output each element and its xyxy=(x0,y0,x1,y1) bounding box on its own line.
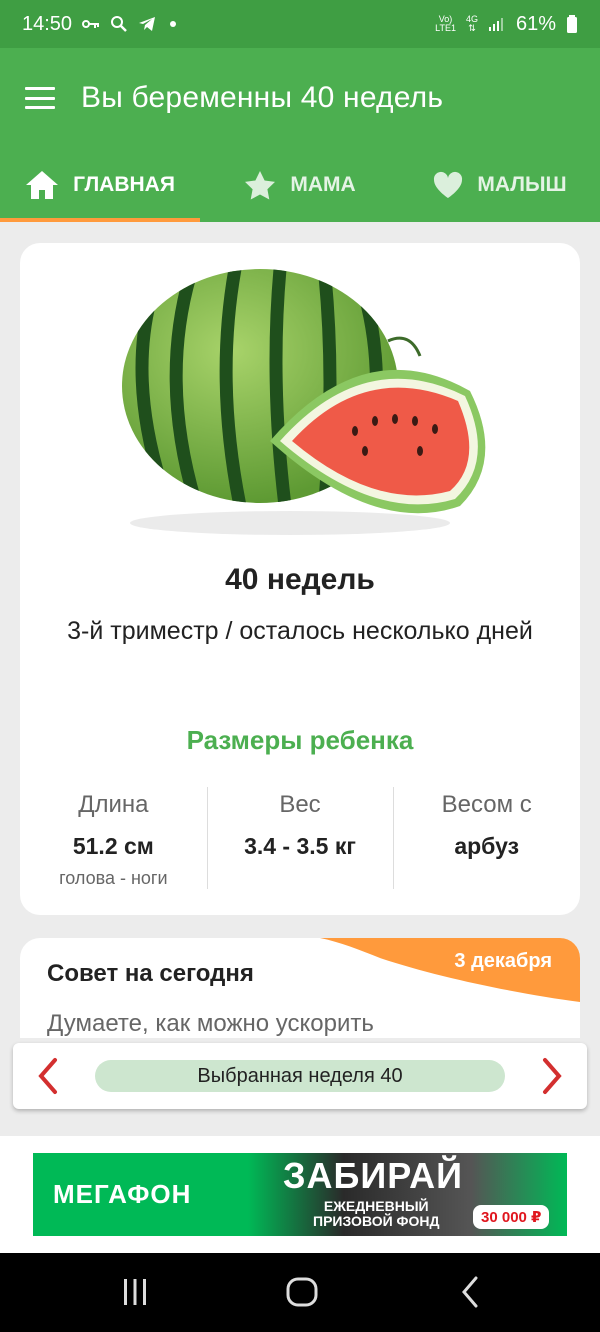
system-nav-bar xyxy=(0,1253,600,1332)
battery-icon xyxy=(567,15,577,33)
tab-mom[interactable]: МАМА xyxy=(200,148,400,222)
tab-bar: ГЛАВНАЯ МАМА МАЛЫШ xyxy=(0,148,600,222)
stat-label: Вес xyxy=(279,791,321,818)
week-card: 40 недель 3-й триместр / осталось нескол… xyxy=(20,243,580,915)
menu-icon[interactable] xyxy=(25,87,55,109)
key-icon xyxy=(82,20,100,28)
week-selector: Выбранная неделя 40 xyxy=(13,1043,587,1109)
status-bar: 14:50 Vo) LTE1 4G ⇅ 61% xyxy=(0,0,600,48)
star-icon xyxy=(245,171,276,200)
ad-brand: МЕГАФОН xyxy=(53,1179,192,1209)
stat-value: 51.2 см xyxy=(72,833,154,859)
search-status-icon xyxy=(111,16,127,32)
baby-stats: Длина 51.2 см голова - ноги Вес 3.4 - 3.… xyxy=(20,783,580,889)
trimester-text: 3-й триместр / осталось несколько дней xyxy=(67,617,533,645)
next-week-button[interactable] xyxy=(537,1057,567,1095)
tip-card[interactable]: 3 декабря Совет на сегодня Думаете, как … xyxy=(20,938,580,1038)
stat-label: Весом с xyxy=(441,791,532,818)
tab-main[interactable]: ГЛАВНАЯ xyxy=(0,148,200,222)
tab-mom-label: МАМА xyxy=(290,173,356,196)
volte-indicator: Vo) LTE1 xyxy=(435,14,456,33)
ad-amount: 30 000 ₽ xyxy=(473,1205,550,1229)
ad-subtext: ЕЖЕДНЕВНЫЙ ПРИЗОВОЙ ФОНД xyxy=(313,1198,440,1229)
app-bar: Вы беременны 40 недель xyxy=(0,48,600,148)
week-title: 40 недель xyxy=(225,563,375,596)
back-nav-icon[interactable] xyxy=(456,1273,486,1311)
page-title: Вы беременны 40 недель xyxy=(81,81,444,114)
ad-banner[interactable]: МЕГАФОН ЗАБИРАЙ ЕЖЕДНЕВНЫЙ ПРИЗОВОЙ ФОНД… xyxy=(33,1153,567,1236)
stat-note: голова - ноги xyxy=(59,868,168,888)
dot-icon xyxy=(170,21,177,27)
heart-icon xyxy=(434,171,463,198)
previous-week-button[interactable] xyxy=(33,1057,63,1095)
ad-area: МЕГАФОН ЗАБИРАЙ ЕЖЕДНЕВНЫЙ ПРИЗОВОЙ ФОНД… xyxy=(0,1136,600,1253)
stat-value: 3.4 - 3.5 кг xyxy=(244,833,356,859)
home-nav-icon[interactable] xyxy=(285,1273,319,1311)
stat-length: Длина 51.2 см голова - ноги xyxy=(20,783,207,889)
tip-date: 3 декабря xyxy=(454,950,552,972)
signal-icon xyxy=(488,18,503,31)
tab-main-label: ГЛАВНАЯ xyxy=(73,173,175,196)
status-time: 14:50 xyxy=(22,12,73,35)
home-icon xyxy=(26,171,59,199)
battery-percent: 61% xyxy=(515,12,556,35)
stat-compare: Весом с арбуз xyxy=(393,783,580,889)
tip-text: Думаете, как можно ускорить xyxy=(47,1010,374,1037)
baby-sizes-title: Размеры ребенка xyxy=(186,725,414,755)
stat-weight: Вес 3.4 - 3.5 кг xyxy=(206,783,394,889)
stat-value: арбуз xyxy=(454,833,520,859)
tip-title: Совет на сегодня xyxy=(47,960,254,987)
selected-week-label: Выбранная неделя 40 xyxy=(95,1060,505,1092)
tab-baby[interactable]: МАЛЫШ xyxy=(400,148,600,222)
ad-headline: ЗАБИРАЙ xyxy=(283,1155,464,1196)
data-type-indicator: 4G ⇅ xyxy=(465,14,478,33)
watermelon-image xyxy=(122,269,486,535)
stat-label: Длина xyxy=(78,791,149,818)
telegram-icon xyxy=(139,17,156,31)
recent-apps-icon[interactable] xyxy=(120,1273,150,1311)
tab-baby-label: МАЛЫШ xyxy=(477,173,567,196)
